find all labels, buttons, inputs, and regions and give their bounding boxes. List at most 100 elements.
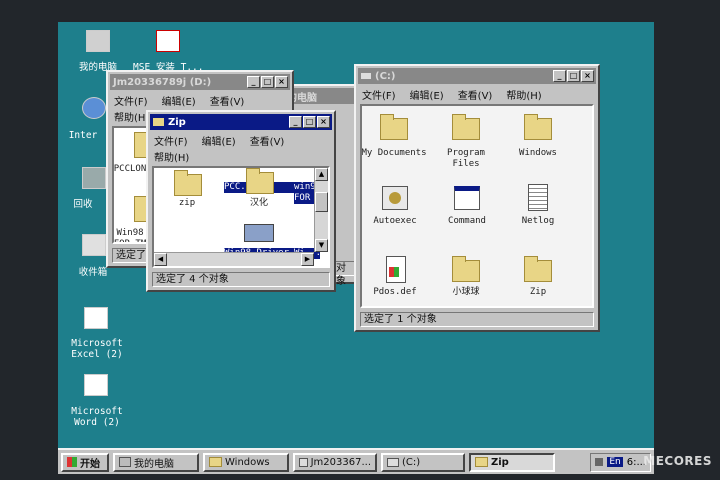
file-label: Zip [529,287,547,297]
minimize-button[interactable]: _ [289,116,302,128]
taskbar-button-my-computer[interactable]: 我的电脑 [113,452,199,472]
drive-d-menubar: 文件(F) 编辑(E) 查看(V) [112,92,288,108]
menu-view[interactable]: 查看(V) [250,133,285,148]
taskbar-button-label: 我的电脑 [134,458,174,470]
watermark: MECORES [643,454,712,468]
taskbar-button-drive-c[interactable]: (C:) [381,452,465,472]
taskbar-button-label: Windows [225,456,270,468]
maximize-button[interactable]: □ [303,116,316,128]
system-tray: En 6:... [590,452,651,472]
menu-view[interactable]: 查看(V) [210,93,245,108]
scroll-thumb[interactable] [315,192,328,212]
desktop-icon-label: 回收 [73,199,93,210]
internet-explorer-icon[interactable] [82,97,106,119]
folder-icon[interactable] [246,168,274,194]
word-shortcut-icon[interactable] [84,374,108,396]
drive-c-content: My Documents Program Files Windows Autoe… [360,104,594,308]
file-label: Netlog [521,216,555,226]
menu-view[interactable]: 查看(V) [458,87,493,102]
gear-icon [389,192,401,204]
zip-menubar: 文件(F) 编辑(E) 查看(V) [152,132,330,148]
taskbar-button-label: Jm203367... [310,456,371,468]
drive-icon [299,457,308,467]
menu-file[interactable]: 文件(F) [114,93,148,108]
msn-icon[interactable] [156,30,180,52]
text-file-icon[interactable] [528,184,548,211]
close-button[interactable]: × [275,76,288,88]
input-language-indicator[interactable]: En [607,457,623,467]
minimize-button[interactable]: _ [553,70,566,82]
horizontal-scrollbar[interactable]: ◀ ▶ [154,252,314,266]
windows-logo-icon [389,267,399,277]
file-label: Program Files [447,148,485,169]
close-button[interactable]: × [581,70,594,82]
desktop: 我的电脑 MSE 安装 T... Inter 回收 收件箱 Microsoft … [58,22,654,474]
start-label: 开始 [80,458,100,470]
windows-logo-icon [67,457,77,467]
folder-icon[interactable] [452,114,480,140]
menu-help[interactable]: 帮助(H) [154,149,189,164]
desktop-icon-label: Microsoft Excel (2) [71,338,123,360]
folder-icon[interactable] [380,114,408,140]
file-label: 汉化 [249,198,268,208]
maximize-button[interactable]: □ [567,70,580,82]
zip-titlebar[interactable]: Zip _ □ × [150,114,332,130]
folder-icon [209,457,222,467]
excel-shortcut-icon[interactable] [84,307,108,329]
autoexec-icon[interactable] [382,186,408,210]
drive-c-titlebar[interactable]: (C:) _ □ × [358,68,596,84]
taskbar-button-zip[interactable]: Zip [469,452,555,472]
scroll-up-button[interactable]: ▲ [315,168,328,181]
folder-icon[interactable] [524,256,552,282]
start-button[interactable]: 开始 [61,452,109,472]
drive-d-titlebar[interactable]: Jm20336789j (D:) _ □ × [110,74,290,90]
desktop-icon-label: Inter [68,130,98,141]
menu-help[interactable]: 帮助(H) [114,109,149,124]
taskbar-button-label: Zip [491,456,509,468]
close-button[interactable]: × [317,116,330,128]
computer-icon[interactable] [86,30,110,52]
file-label: 小球球 [452,287,480,297]
window-title: (C:) [375,70,396,82]
file-label: My Documents [361,148,427,158]
minimize-button[interactable]: _ [247,76,260,88]
zip-window[interactable]: Zip _ □ × 文件(F) 编辑(E) 查看(V) 帮助(H) zip PC… [146,110,336,292]
drive-c-window[interactable]: (C:) _ □ × 文件(F) 编辑(E) 查看(V) 帮助(H) My Do… [354,64,600,332]
drive-c-menubar: 文件(F) 编辑(E) 查看(V) 帮助(H) [360,86,594,102]
desktop-icon-label: Microsoft Word (2) [71,406,123,428]
menu-edit[interactable]: 编辑(E) [162,93,196,108]
file-label: Pdos.def [373,287,417,297]
computer-icon [119,457,131,467]
speaker-icon[interactable] [595,458,604,466]
recycle-bin-icon[interactable] [82,167,106,189]
maximize-button[interactable]: □ [261,76,274,88]
file-label: Windows [519,148,557,158]
vertical-scrollbar[interactable]: ▲ ▼ [314,168,328,252]
inbox-icon[interactable] [82,234,106,256]
command-icon[interactable] [454,186,480,210]
menu-file[interactable]: 文件(F) [362,87,396,102]
menu-file[interactable]: 文件(F) [154,133,188,148]
drive-icon [244,224,274,242]
menu-edit[interactable]: 编辑(E) [410,87,444,102]
menu-edit[interactable]: 编辑(E) [202,133,236,148]
zip-content: zip PCC... 汉化 win98 FOR Win98 Driver... … [152,166,330,268]
zip-menubar-2: 帮助(H) [152,148,330,164]
window-title: Jm20336789j (D:) [113,76,212,88]
scroll-right-button[interactable]: ▶ [301,253,314,266]
taskbar-button-label: (C:) [402,456,421,468]
scroll-down-button[interactable]: ▼ [315,239,328,252]
folder-icon[interactable] [174,170,202,196]
window-title: Zip [168,116,186,128]
file-label: Command [448,216,486,226]
scroll-left-button[interactable]: ◀ [154,253,167,266]
drive-c-status: 选定了 1 个对象 [360,312,594,327]
file-icon[interactable] [386,256,406,283]
folder-icon[interactable] [452,256,480,282]
menu-help[interactable]: 帮助(H) [506,87,541,102]
taskbar: 开始 我的电脑 Windows Jm203367... (C:) Zip En … [58,448,654,474]
taskbar-button-drive-d[interactable]: Jm203367... [293,452,377,472]
folder-icon[interactable] [524,114,552,140]
taskbar-button-windows[interactable]: Windows [203,452,289,472]
file-label: Autoexec [373,216,417,226]
